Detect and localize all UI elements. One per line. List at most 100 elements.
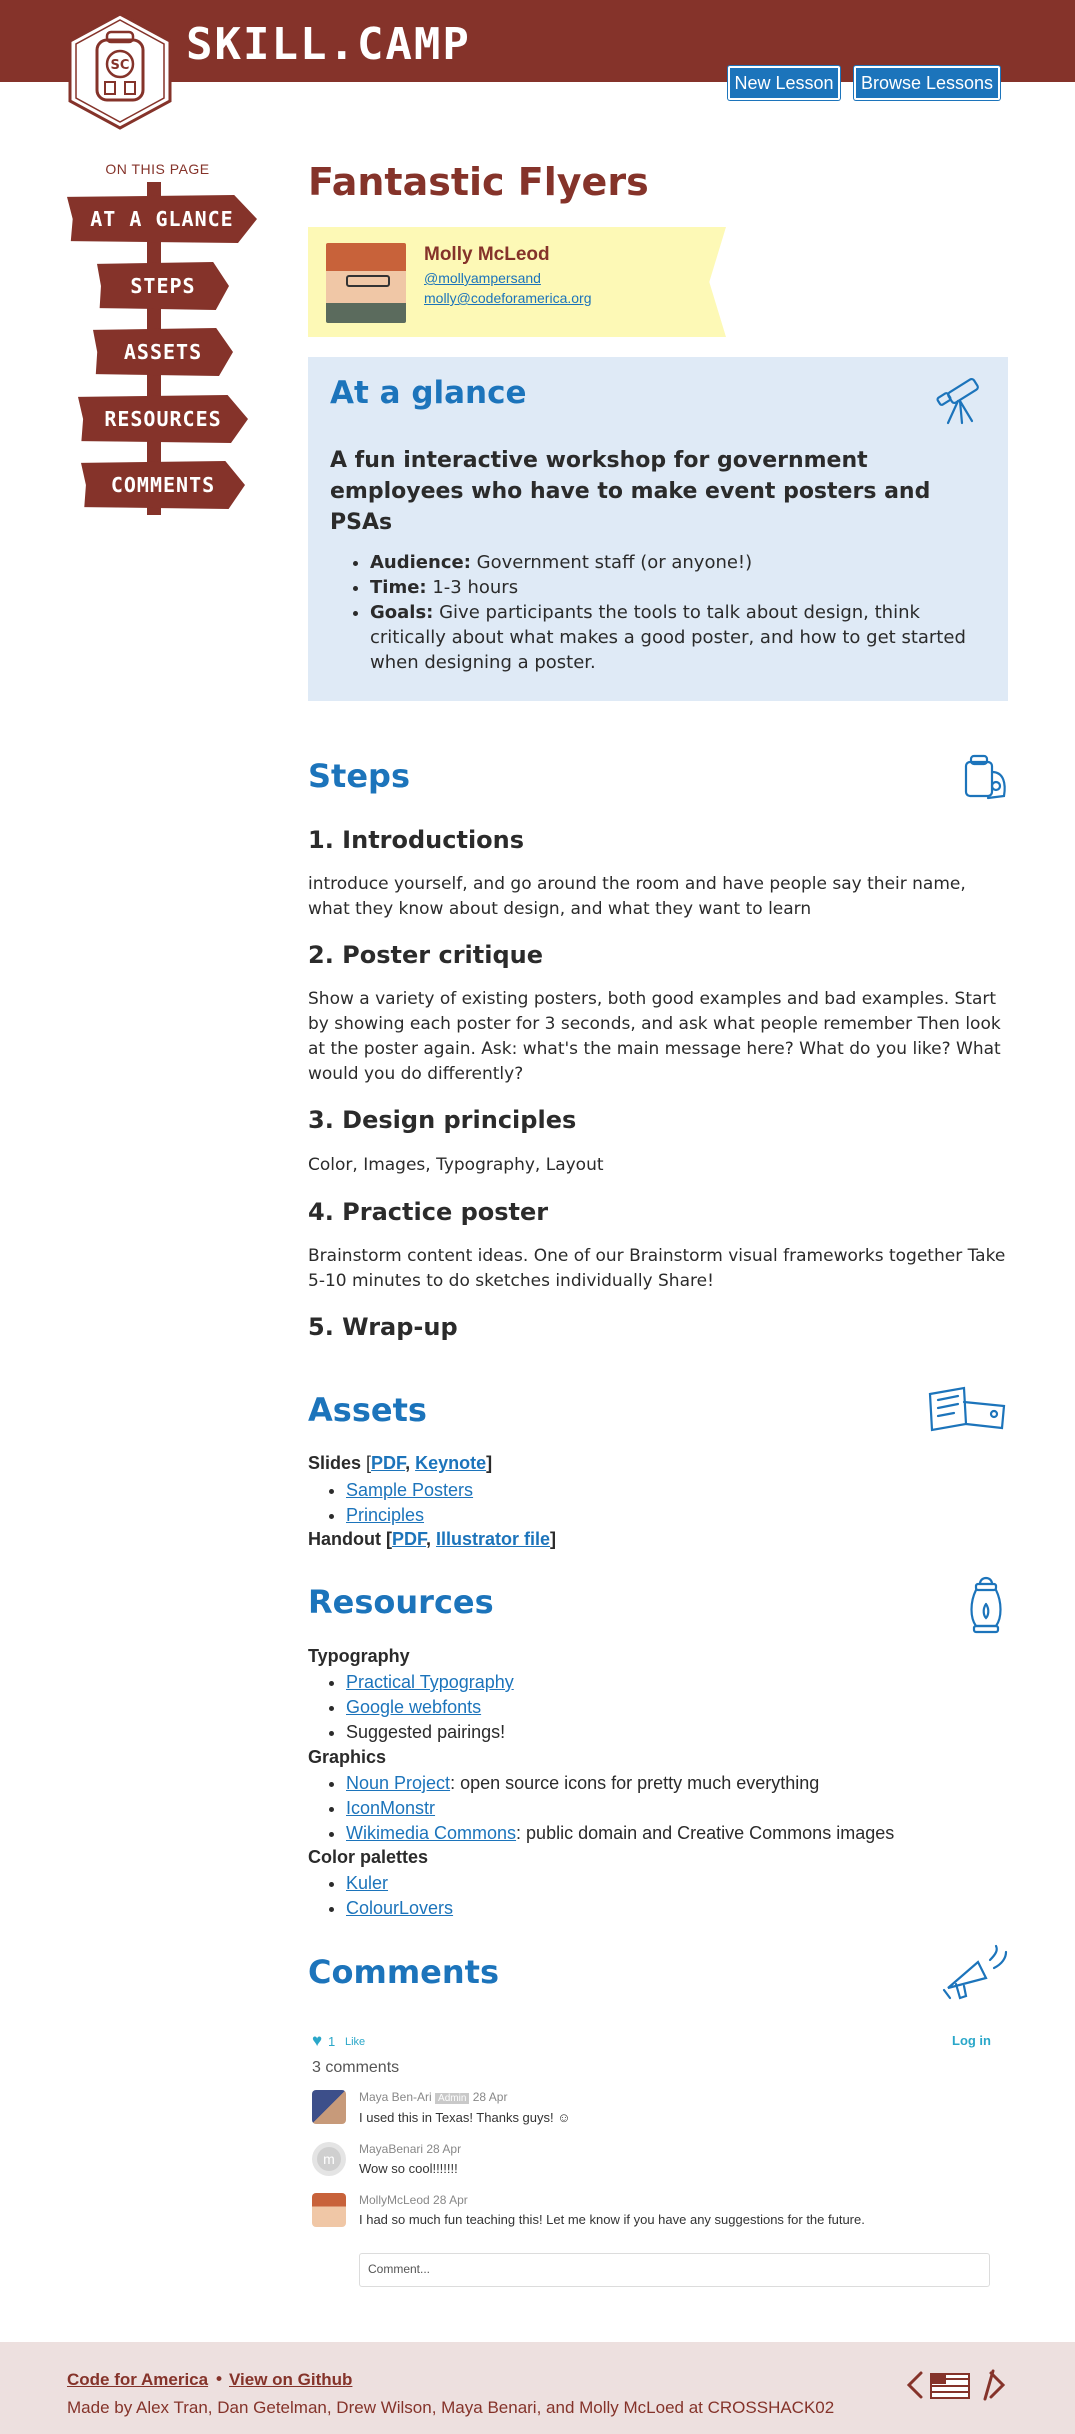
comment-text: I had so much fun teaching this! Let me …	[359, 2212, 865, 2227]
list-item: Google webfonts	[346, 1695, 514, 1720]
logo-badge-text: SC	[111, 58, 130, 73]
slides-pdf-link[interactable]: PDF	[371, 1453, 405, 1473]
suggested-pairings-text: Suggested pairings!	[346, 1722, 506, 1742]
kuler-link[interactable]: Kuler	[346, 1873, 388, 1893]
login-link[interactable]: Log in	[952, 2033, 991, 2048]
resources-heading: Resources	[308, 1583, 494, 1621]
at-a-glance-list: Audience: Government staff (or anyone!) …	[370, 550, 990, 675]
at-a-glance-summary: A fun interactive workshop for governmen…	[330, 448, 931, 535]
like-heart-icon[interactable]: ♥	[312, 2031, 322, 2051]
backpack-icon	[964, 754, 1006, 800]
nav-item-resources[interactable]: RESOURCES	[78, 395, 248, 443]
color-palettes-list: Kuler ColourLovers	[346, 1871, 453, 1921]
comment-author[interactable]: MayaBenari	[359, 2142, 423, 2156]
slides-keynote-link[interactable]: Keynote	[415, 1453, 486, 1473]
step-title: 5. Wrap-up	[308, 1313, 458, 1341]
audience-label: Audience:	[370, 552, 471, 573]
list-item: Principles	[346, 1503, 473, 1528]
list-item: Practical Typography	[346, 1670, 514, 1695]
comment-author[interactable]: Maya Ben-Ari	[359, 2090, 432, 2104]
comma-separator: ,	[405, 1453, 416, 1473]
step-title: 4. Practice poster	[308, 1198, 549, 1226]
typography-list: Practical Typography Google webfonts Sug…	[346, 1670, 514, 1745]
list-item: Sample Posters	[346, 1478, 473, 1503]
new-lesson-button[interactable]: New Lesson	[728, 66, 840, 100]
author-email-link[interactable]: molly@codeforamerica.org	[424, 290, 592, 306]
view-on-github-link[interactable]: View on Github	[229, 2370, 352, 2390]
commenter-avatar[interactable]: m	[312, 2142, 346, 2176]
step-title: 3. Design principles	[308, 1106, 577, 1134]
footer-credit: Made by Alex Tran, Dan Getelman, Drew Wi…	[67, 2398, 835, 2417]
time-value: 1-3 hours	[426, 577, 519, 598]
comment-count: 3 comments	[312, 2059, 400, 2076]
svg-text:m: m	[323, 2151, 335, 2167]
time-label: Time:	[370, 577, 427, 598]
slides-label: Slides	[308, 1453, 362, 1473]
comment-input[interactable]: Comment...	[359, 2253, 990, 2287]
list-item: Wikimedia Commons: public domain and Cre…	[346, 1821, 894, 1846]
comments-heading: Comments	[308, 1953, 499, 1991]
skill-camp-logo-badge[interactable]: SC	[67, 12, 173, 130]
at-a-glance-panel: At a glance A fun interactive workshop f…	[308, 357, 1008, 701]
comment-text: I used this in Texas! Thanks guys! ☺	[359, 2110, 571, 2125]
nav-item-steps[interactable]: STEPS	[97, 262, 229, 310]
graphics-label: Graphics	[308, 1747, 387, 1767]
typography-label: Typography	[308, 1646, 410, 1666]
author-name: Molly McLeod	[424, 244, 550, 265]
code-for-america-link[interactable]: Code for America	[67, 2370, 208, 2390]
like-button[interactable]: Like	[345, 2036, 365, 2048]
handout-pdf-link[interactable]: PDF	[392, 1529, 426, 1549]
comment-author[interactable]: MollyMcLeod	[359, 2193, 430, 2207]
steps-heading: Steps	[308, 757, 410, 795]
graphics-list: Noun Project: open source icons for pret…	[346, 1771, 894, 1846]
wikimedia-commons-link[interactable]: Wikimedia Commons	[346, 1823, 516, 1843]
handout-label: Handout	[308, 1529, 381, 1549]
step-body: Color, Images, Typography, Layout	[308, 1155, 604, 1175]
bracket-open: [	[361, 1453, 372, 1473]
default-avatar-icon: m	[317, 2147, 341, 2171]
comment-meta: Maya Ben-Ari Admin 28 Apr	[359, 2090, 507, 2104]
iconmonstr-link[interactable]: IconMonstr	[346, 1798, 435, 1818]
comment-meta: MollyMcLeod 28 Apr	[359, 2193, 468, 2207]
nav-item-at-a-glance[interactable]: AT A GLANCE	[67, 195, 257, 243]
nav-item-comments[interactable]: COMMENTS	[81, 461, 245, 509]
principles-link[interactable]: Principles	[346, 1505, 424, 1525]
step-body: Brainstorm content ideas. One of our Bra…	[308, 1246, 1006, 1291]
step-title: 2. Poster critique	[308, 941, 544, 969]
comment-date[interactable]: 28 Apr	[426, 2142, 461, 2156]
noun-project-link[interactable]: Noun Project	[346, 1773, 450, 1793]
comment-date[interactable]: 28 Apr	[433, 2193, 468, 2207]
step-title: 1. Introductions	[308, 826, 525, 854]
color-palettes-label: Color palettes	[308, 1847, 429, 1867]
code-flag-logo-icon[interactable]	[905, 2366, 1007, 2404]
slides-row: Slides [PDF, Keynote]	[308, 1453, 492, 1474]
comment-date[interactable]: 28 Apr	[473, 2090, 508, 2104]
author-card: Molly McLeod @mollyampersand molly@codef…	[308, 227, 726, 337]
commenter-avatar[interactable]	[312, 2090, 346, 2124]
handout-illustrator-link[interactable]: Illustrator file	[436, 1529, 550, 1549]
author-avatar	[326, 243, 406, 323]
assets-heading: Assets	[308, 1391, 427, 1429]
author-twitter-link[interactable]: @mollyampersand	[424, 270, 541, 286]
lantern-icon	[970, 1576, 1002, 1634]
brand-wordmark[interactable]: SKILL.CAMP	[186, 20, 471, 70]
goals-value: Give participants the tools to talk abou…	[370, 602, 966, 673]
practical-typography-link[interactable]: Practical Typography	[346, 1672, 514, 1692]
audience-item: Audience: Government staff (or anyone!)	[370, 550, 990, 575]
bracket-close: ]	[486, 1453, 493, 1473]
wikimedia-commons-desc: : public domain and Creative Commons ima…	[516, 1823, 895, 1843]
commenter-avatar[interactable]	[312, 2193, 346, 2227]
list-item: IconMonstr	[346, 1796, 894, 1821]
colourlovers-link[interactable]: ColourLovers	[346, 1898, 453, 1918]
comment-meta: MayaBenari 28 Apr	[359, 2142, 461, 2156]
noun-project-desc: : open source icons for pretty much ever…	[450, 1773, 820, 1793]
map-scroll-icon	[928, 1386, 1006, 1432]
google-webfonts-link[interactable]: Google webfonts	[346, 1697, 481, 1717]
list-item: Suggested pairings!	[346, 1720, 514, 1745]
sample-posters-link[interactable]: Sample Posters	[346, 1480, 473, 1500]
browse-lessons-button[interactable]: Browse Lessons	[854, 66, 1000, 100]
handout-row: Handout [PDF, Illustrator file]	[308, 1529, 556, 1550]
goals-label: Goals:	[370, 602, 434, 623]
nav-item-assets[interactable]: ASSETS	[93, 328, 233, 376]
comma-separator: ,	[426, 1529, 437, 1549]
